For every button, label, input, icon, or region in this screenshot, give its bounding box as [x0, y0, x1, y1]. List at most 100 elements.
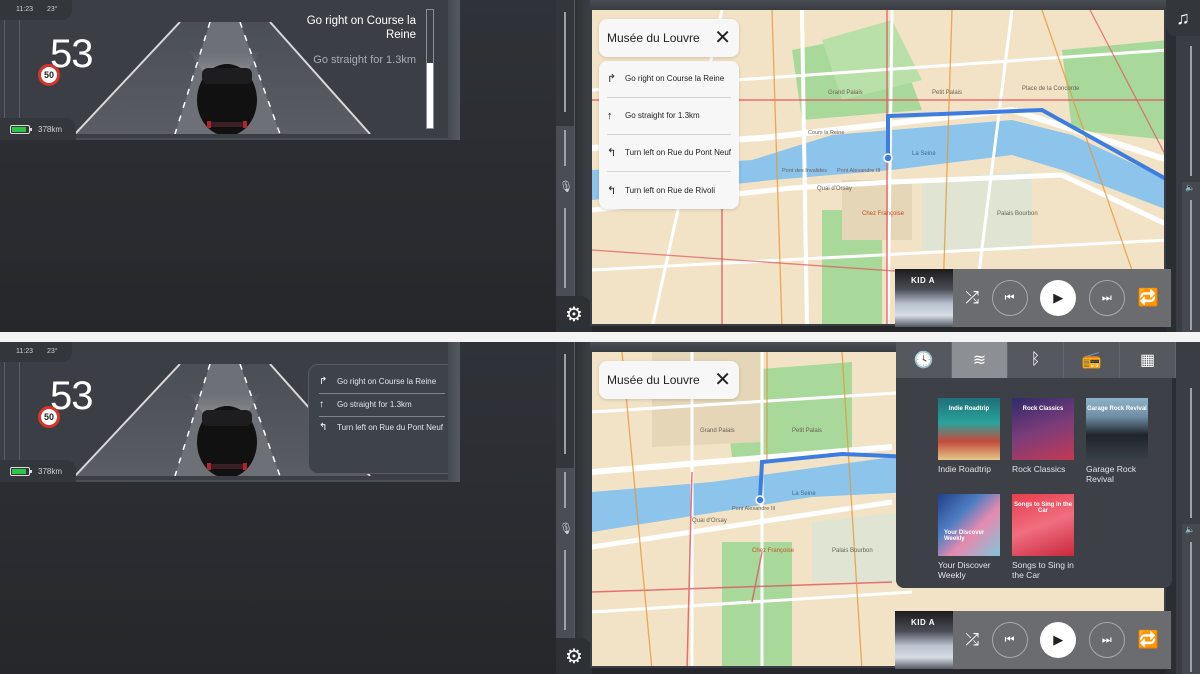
- settings-button[interactable]: ⚙: [556, 296, 592, 332]
- turn-left-icon: ↰: [319, 422, 328, 433]
- screen-navigation-view: 11:23 23° 53 50 378km Go right on Course…: [0, 0, 1200, 332]
- straight-icon: ↑: [607, 110, 613, 122]
- repeat-button[interactable]: 🔁: [1137, 630, 1158, 650]
- tab-recent[interactable]: 🕓: [896, 342, 952, 378]
- volume-slider[interactable]: [1182, 524, 1200, 674]
- direction-text: Go right on Course la Reine: [625, 74, 725, 83]
- playlist-cover: Indie Roadtrip: [938, 398, 1000, 460]
- right-rail: 🔈: [1176, 342, 1200, 674]
- map-label: Pont Alexandre III: [732, 506, 776, 512]
- play-button[interactable]: ▶: [1040, 622, 1077, 658]
- map-label: Petit Palais: [792, 428, 822, 434]
- clock: 11:23: [16, 6, 33, 13]
- playlist-cover: Your Discover Weekly: [938, 494, 1000, 556]
- repeat-button[interactable]: 🔁: [1137, 288, 1158, 308]
- hud-secondary-instruction: Go straight for 1.3km: [313, 54, 416, 66]
- playlist-item[interactable]: Garage Rock Revival Garage Rock Revival: [1086, 398, 1148, 488]
- playlist-item[interactable]: Indie Roadtrip Indie Roadtrip: [938, 398, 1000, 488]
- close-icon[interactable]: ✕: [714, 370, 731, 390]
- destination-title: Musée du Louvre: [607, 31, 700, 45]
- map-label: La Seine: [792, 491, 816, 497]
- destination-card: Musée du Louvre ✕: [599, 361, 739, 399]
- car-icon: [197, 406, 257, 476]
- direction-step[interactable]: ↰ Turn left on Rue de Rivoli: [607, 172, 731, 209]
- speaker-icon: 🔈: [1185, 183, 1195, 192]
- direction-text: Go right on Course la Reine: [337, 377, 437, 386]
- hud-primary-instruction: Go right on Course la Reine: [306, 15, 416, 41]
- map-label: Place de la Concorde: [1022, 86, 1080, 92]
- cluster-directions-card: ↱ Go right on Course la Reine ↑ Go straigh…: [308, 364, 456, 474]
- map-label: Grand Palais: [828, 90, 863, 96]
- tab-bluetooth[interactable]: ᛒ: [1008, 342, 1064, 378]
- slider-handle[interactable]: [556, 468, 574, 638]
- cluster-edge: [448, 0, 460, 140]
- turn-right-icon: ↱: [607, 73, 617, 85]
- previous-button[interactable]: ⏮: [991, 280, 1028, 316]
- voice-icon[interactable]: 🎙: [559, 522, 573, 535]
- current-location-marker: [883, 153, 893, 163]
- gear-icon: ⚙: [565, 303, 583, 326]
- destination-card: Musée du Louvre ✕: [599, 19, 739, 57]
- shuffle-button[interactable]: ⤮: [965, 288, 979, 308]
- cover-text: Garage Rock Revival: [1087, 406, 1147, 412]
- previous-button[interactable]: ⏮: [991, 622, 1028, 658]
- right-rail: 🔈 ♫: [1166, 0, 1200, 332]
- instrument-cluster: 11:23 23° 53 50 378km Go right on Course…: [0, 0, 460, 140]
- album-title: KID A: [911, 276, 935, 285]
- cluster-frame: [4, 360, 20, 460]
- playlist-item[interactable]: Your Discover Weekly Your Discover Weekly: [938, 494, 1000, 584]
- hud-instruction: Go right on Course la Reine Go straight …: [276, 14, 416, 67]
- album-art[interactable]: KID A: [895, 611, 953, 669]
- slider-track[interactable]: [556, 342, 574, 468]
- speed-limit-sign: 50: [38, 406, 60, 428]
- bluetooth-icon: ᛒ: [1030, 351, 1041, 368]
- playlist-item[interactable]: Rock Classics Rock Classics: [1012, 398, 1074, 488]
- turn-left-icon: ↰: [607, 147, 617, 159]
- slider-handle[interactable]: [556, 126, 574, 296]
- direction-step[interactable]: ↰ Turn left on Rue du Pont Neuf: [607, 135, 731, 172]
- close-icon[interactable]: ✕: [714, 28, 731, 48]
- playlist-name: Indie Roadtrip: [938, 464, 991, 474]
- settings-button[interactable]: ⚙: [556, 638, 592, 674]
- direction-text: Turn left on Rue de Rivoli: [625, 185, 715, 195]
- cover-text: Songs to Sing in the Car: [1014, 502, 1072, 514]
- straight-icon: ↑: [319, 399, 324, 410]
- clock-icon: 🕓: [913, 352, 934, 369]
- map-label: Chez Françoise: [862, 211, 905, 217]
- volume-track[interactable]: [1182, 36, 1200, 182]
- volume-track[interactable]: [1182, 378, 1200, 524]
- playlist-name: Garage Rock Revival: [1086, 464, 1137, 484]
- play-button[interactable]: ▶: [1040, 280, 1077, 316]
- playlist-cover: Songs to Sing in the Car: [1012, 494, 1074, 556]
- speaker-icon: 🔈: [1185, 525, 1195, 534]
- slider-track[interactable]: [556, 0, 574, 126]
- playlist-cover: Garage Rock Revival: [1086, 398, 1148, 460]
- playlist-panel: Indie Roadtrip Indie Roadtrip Rock Classi…: [896, 378, 1172, 588]
- media-source-tabs: 🕓 ≋ ᛒ 📻 ▦ ⌝: [896, 342, 1200, 378]
- music-button[interactable]: ♫: [1166, 0, 1200, 36]
- album-art[interactable]: KID A: [895, 269, 953, 327]
- direction-step[interactable]: ↱ Go right on Course la Reine: [607, 61, 731, 98]
- map-label: La Seine: [912, 151, 936, 157]
- destination-title: Musée du Louvre: [607, 373, 700, 387]
- direction-step[interactable]: ↑ Go straight for 1.3km: [607, 98, 731, 135]
- next-button[interactable]: ⏭: [1088, 622, 1125, 658]
- voice-icon[interactable]: 🎙: [559, 180, 573, 193]
- gear-icon: ⚙: [565, 645, 583, 668]
- status-bar: 11:23 23°: [0, 0, 72, 20]
- player-controls: ⤮ ⏮ ▶ ⏭ 🔁: [953, 622, 1171, 658]
- tab-spotify[interactable]: ≋: [952, 342, 1008, 378]
- playlist-name: Rock Classics: [1012, 464, 1066, 474]
- radio-icon: 📻: [1081, 352, 1102, 369]
- shuffle-button[interactable]: ⤮: [965, 630, 979, 650]
- next-button[interactable]: ⏭: [1088, 280, 1125, 316]
- range-value: 378km: [38, 124, 63, 134]
- screen-media-view: 11:23 23° 53 50 378km ↱ Go right on Cours…: [0, 342, 1200, 674]
- tab-apps[interactable]: ▦: [1120, 342, 1176, 378]
- clock: 11:23: [16, 348, 33, 355]
- tab-radio[interactable]: 📻: [1064, 342, 1120, 378]
- album-title: KID A: [911, 618, 935, 627]
- volume-slider[interactable]: [1182, 182, 1200, 332]
- playlist-item[interactable]: Songs to Sing in the Car Songs to Sing in…: [1012, 494, 1074, 584]
- range-indicator: 378km: [0, 118, 76, 140]
